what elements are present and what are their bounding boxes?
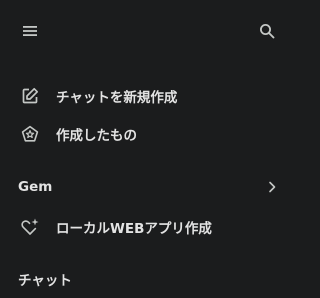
menu-icon [22, 25, 38, 37]
gem-section-title: Gem [18, 179, 53, 195]
gem-section-header[interactable]: Gem [0, 172, 297, 202]
new-chat-item[interactable]: チャットを新規作成 [0, 77, 297, 115]
search-button[interactable] [253, 17, 281, 45]
gem-item-local-web-app[interactable]: ローカルWEBアプリ作成 [0, 208, 297, 246]
local-web-app-label: ローカルWEBアプリ作成 [56, 221, 212, 237]
menu-button[interactable] [16, 17, 44, 45]
chat-section-header: チャット [0, 264, 297, 294]
edit-square-icon [20, 86, 40, 106]
sidebar-top-bar [0, 0, 297, 62]
chat-section-title: チャット [18, 273, 72, 289]
new-chat-label: チャットを新規作成 [56, 90, 178, 106]
created-items-item[interactable]: 作成したもの [0, 115, 297, 153]
search-icon [259, 23, 275, 39]
created-items-label: 作成したもの [56, 128, 137, 144]
heart-sparkle-icon [20, 217, 40, 237]
chevron-right-icon [264, 179, 280, 195]
pentagon-star-icon [20, 124, 40, 144]
